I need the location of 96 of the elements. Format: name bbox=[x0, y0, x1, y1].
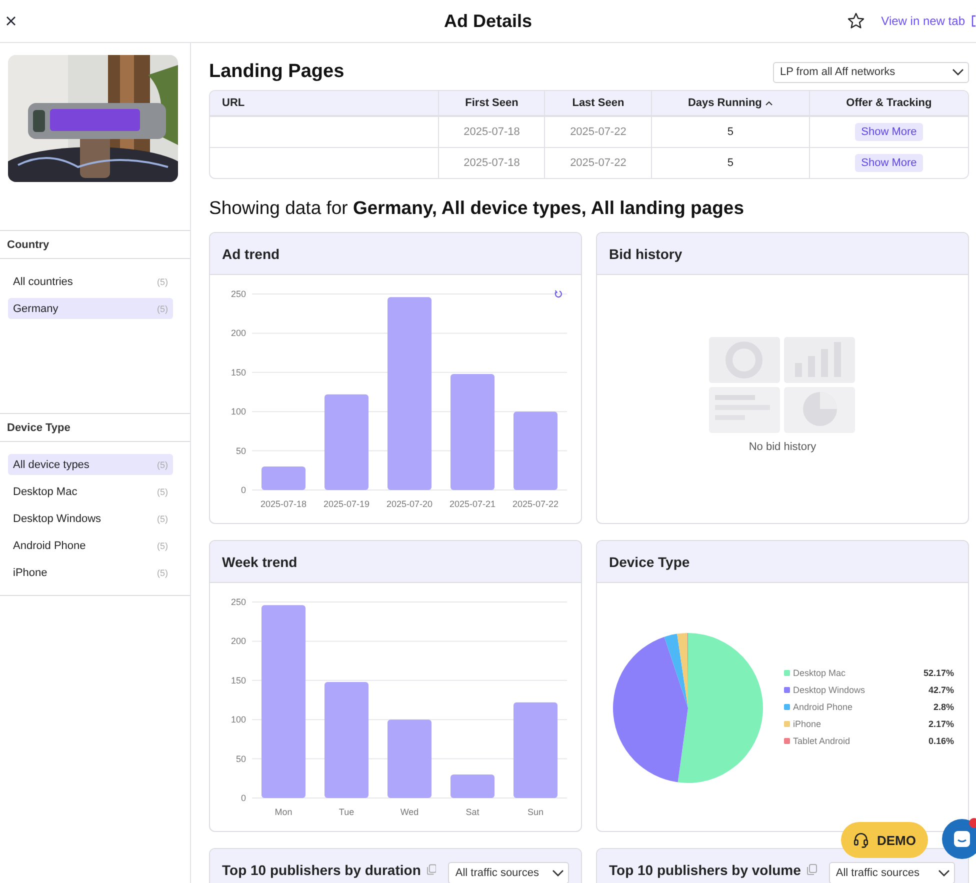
empty-message: No bid history bbox=[748, 441, 816, 453]
card-title: Top 10 publishers by volume bbox=[609, 862, 801, 878]
column-header: Last Seen bbox=[544, 91, 651, 116]
card-title: Ad trend bbox=[222, 246, 280, 262]
show-more-button[interactable]: Show More bbox=[855, 123, 923, 141]
legend-label: Desktop Mac bbox=[793, 668, 846, 678]
axis-tick-label: 100 bbox=[230, 714, 246, 725]
show-more-button[interactable]: Show More bbox=[855, 154, 923, 172]
legend-value: 52.17% bbox=[923, 668, 954, 678]
bar bbox=[262, 466, 306, 490]
card-title: Week trend bbox=[222, 554, 298, 570]
axis-tick-label: Sat bbox=[466, 807, 480, 817]
table-cell: 5 bbox=[650, 116, 809, 147]
legend-value: 2.17% bbox=[928, 718, 954, 728]
table-cell: 2025-07-22 bbox=[544, 116, 651, 147]
close-button[interactable] bbox=[6, 16, 16, 26]
filter-option[interactable]: Germany (5) bbox=[8, 298, 173, 319]
caret-up-icon bbox=[764, 100, 773, 106]
filter-option[interactable]: iPhone (5) bbox=[8, 562, 173, 583]
axis-tick-label: 0 bbox=[240, 793, 246, 803]
chevron-down-icon bbox=[552, 868, 564, 876]
external-link-icon bbox=[971, 15, 976, 27]
filter-option[interactable]: All device types (5) bbox=[8, 454, 173, 475]
filter-option[interactable]: Desktop Windows (5) bbox=[8, 508, 173, 529]
close-icon bbox=[6, 16, 16, 26]
axis-tick-label: 50 bbox=[236, 446, 246, 456]
axis-tick-label: 150 bbox=[230, 675, 246, 686]
bars-placeholder-icon bbox=[784, 337, 854, 383]
filter-heading: Device Type bbox=[0, 414, 190, 442]
chat-icon bbox=[953, 830, 971, 848]
traffic-source-dropdown[interactable]: All traffic sources bbox=[828, 862, 955, 883]
page-title: Ad Details bbox=[444, 10, 532, 30]
legend-label: iPhone bbox=[793, 718, 822, 728]
copy-icon bbox=[426, 864, 436, 875]
card-title: Device Type bbox=[609, 554, 690, 570]
legend-label: Tablet Android bbox=[793, 736, 850, 746]
option-count: (5) bbox=[157, 568, 168, 578]
headset-icon bbox=[853, 830, 869, 850]
card-title: Top 10 publishers by duration bbox=[222, 862, 421, 878]
axis-tick-label: 2025-07-21 bbox=[449, 499, 496, 509]
bar bbox=[450, 774, 494, 798]
traffic-source-dropdown[interactable]: All traffic sources bbox=[448, 862, 569, 883]
axis-tick-label: 250 bbox=[230, 597, 246, 607]
legend-value: 0.16% bbox=[928, 736, 954, 746]
legend-label: Desktop Windows bbox=[793, 684, 866, 694]
axis-tick-label: 50 bbox=[236, 754, 246, 764]
option-count: (5) bbox=[157, 276, 168, 286]
column-header: URL bbox=[210, 91, 438, 116]
column-header: Offer & Tracking bbox=[808, 91, 968, 116]
axis-tick-label: 2025-07-18 bbox=[260, 499, 307, 509]
axis-tick-label: 100 bbox=[230, 406, 246, 417]
column-header[interactable]: Days Running bbox=[650, 91, 809, 116]
legend-value: 2.8% bbox=[933, 702, 954, 712]
option-count: (5) bbox=[157, 486, 168, 496]
axis-tick-label: Tue bbox=[338, 807, 354, 817]
card-title: Bid history bbox=[609, 246, 682, 262]
star-icon bbox=[847, 12, 866, 30]
filter-option[interactable]: Desktop Mac (5) bbox=[8, 481, 173, 502]
section-title: Landing Pages bbox=[209, 61, 344, 83]
table-cell: 2025-07-18 bbox=[438, 116, 544, 147]
axis-tick-label: Wed bbox=[400, 807, 419, 817]
filter-option[interactable]: All countries (5) bbox=[8, 271, 173, 292]
lines-placeholder-icon bbox=[708, 387, 780, 433]
favorite-button[interactable] bbox=[847, 12, 866, 30]
table-cell: 2025-07-18 bbox=[438, 147, 544, 178]
chevron-down-icon bbox=[938, 868, 950, 876]
table-cell: 2025-07-22 bbox=[544, 147, 651, 178]
axis-tick-label: 2025-07-20 bbox=[386, 499, 433, 509]
filter-option[interactable]: Android Phone (5) bbox=[8, 535, 173, 556]
axis-tick-label: 200 bbox=[230, 636, 246, 646]
axis-tick-label: 200 bbox=[230, 328, 246, 338]
column-header: First Seen bbox=[438, 91, 544, 116]
refresh-icon[interactable] bbox=[554, 289, 562, 298]
axis-tick-label: Sun bbox=[528, 807, 544, 817]
legend-value: 42.7% bbox=[928, 684, 954, 694]
filter-heading: Country bbox=[0, 231, 190, 259]
axis-tick-label: 250 bbox=[230, 289, 246, 299]
legend-label: Android Phone bbox=[793, 702, 853, 712]
option-count: (5) bbox=[157, 460, 168, 470]
chevron-down-icon bbox=[952, 68, 964, 76]
axis-tick-label: Mon bbox=[274, 807, 292, 817]
data-summary: Showing data for Germany, All device types, All landing pages bbox=[209, 197, 746, 219]
option-count: (5) bbox=[157, 514, 168, 524]
pie-placeholder-icon bbox=[784, 387, 854, 433]
network-dropdown[interactable]: LP from all Aff networks bbox=[773, 62, 969, 82]
copy-icon bbox=[806, 864, 817, 875]
demo-button[interactable]: DEMO bbox=[841, 822, 928, 858]
axis-tick-label: 2025-07-22 bbox=[512, 499, 559, 509]
option-count: (5) bbox=[157, 304, 168, 314]
table-cell: 5 bbox=[650, 147, 809, 178]
axis-tick-label: 2025-07-19 bbox=[323, 499, 370, 509]
axis-tick-label: 150 bbox=[230, 367, 246, 378]
option-count: (5) bbox=[157, 540, 168, 550]
ring-placeholder-icon bbox=[708, 337, 780, 383]
axis-tick-label: 0 bbox=[240, 485, 246, 495]
new-tab-link[interactable]: View in new tab bbox=[881, 14, 976, 28]
